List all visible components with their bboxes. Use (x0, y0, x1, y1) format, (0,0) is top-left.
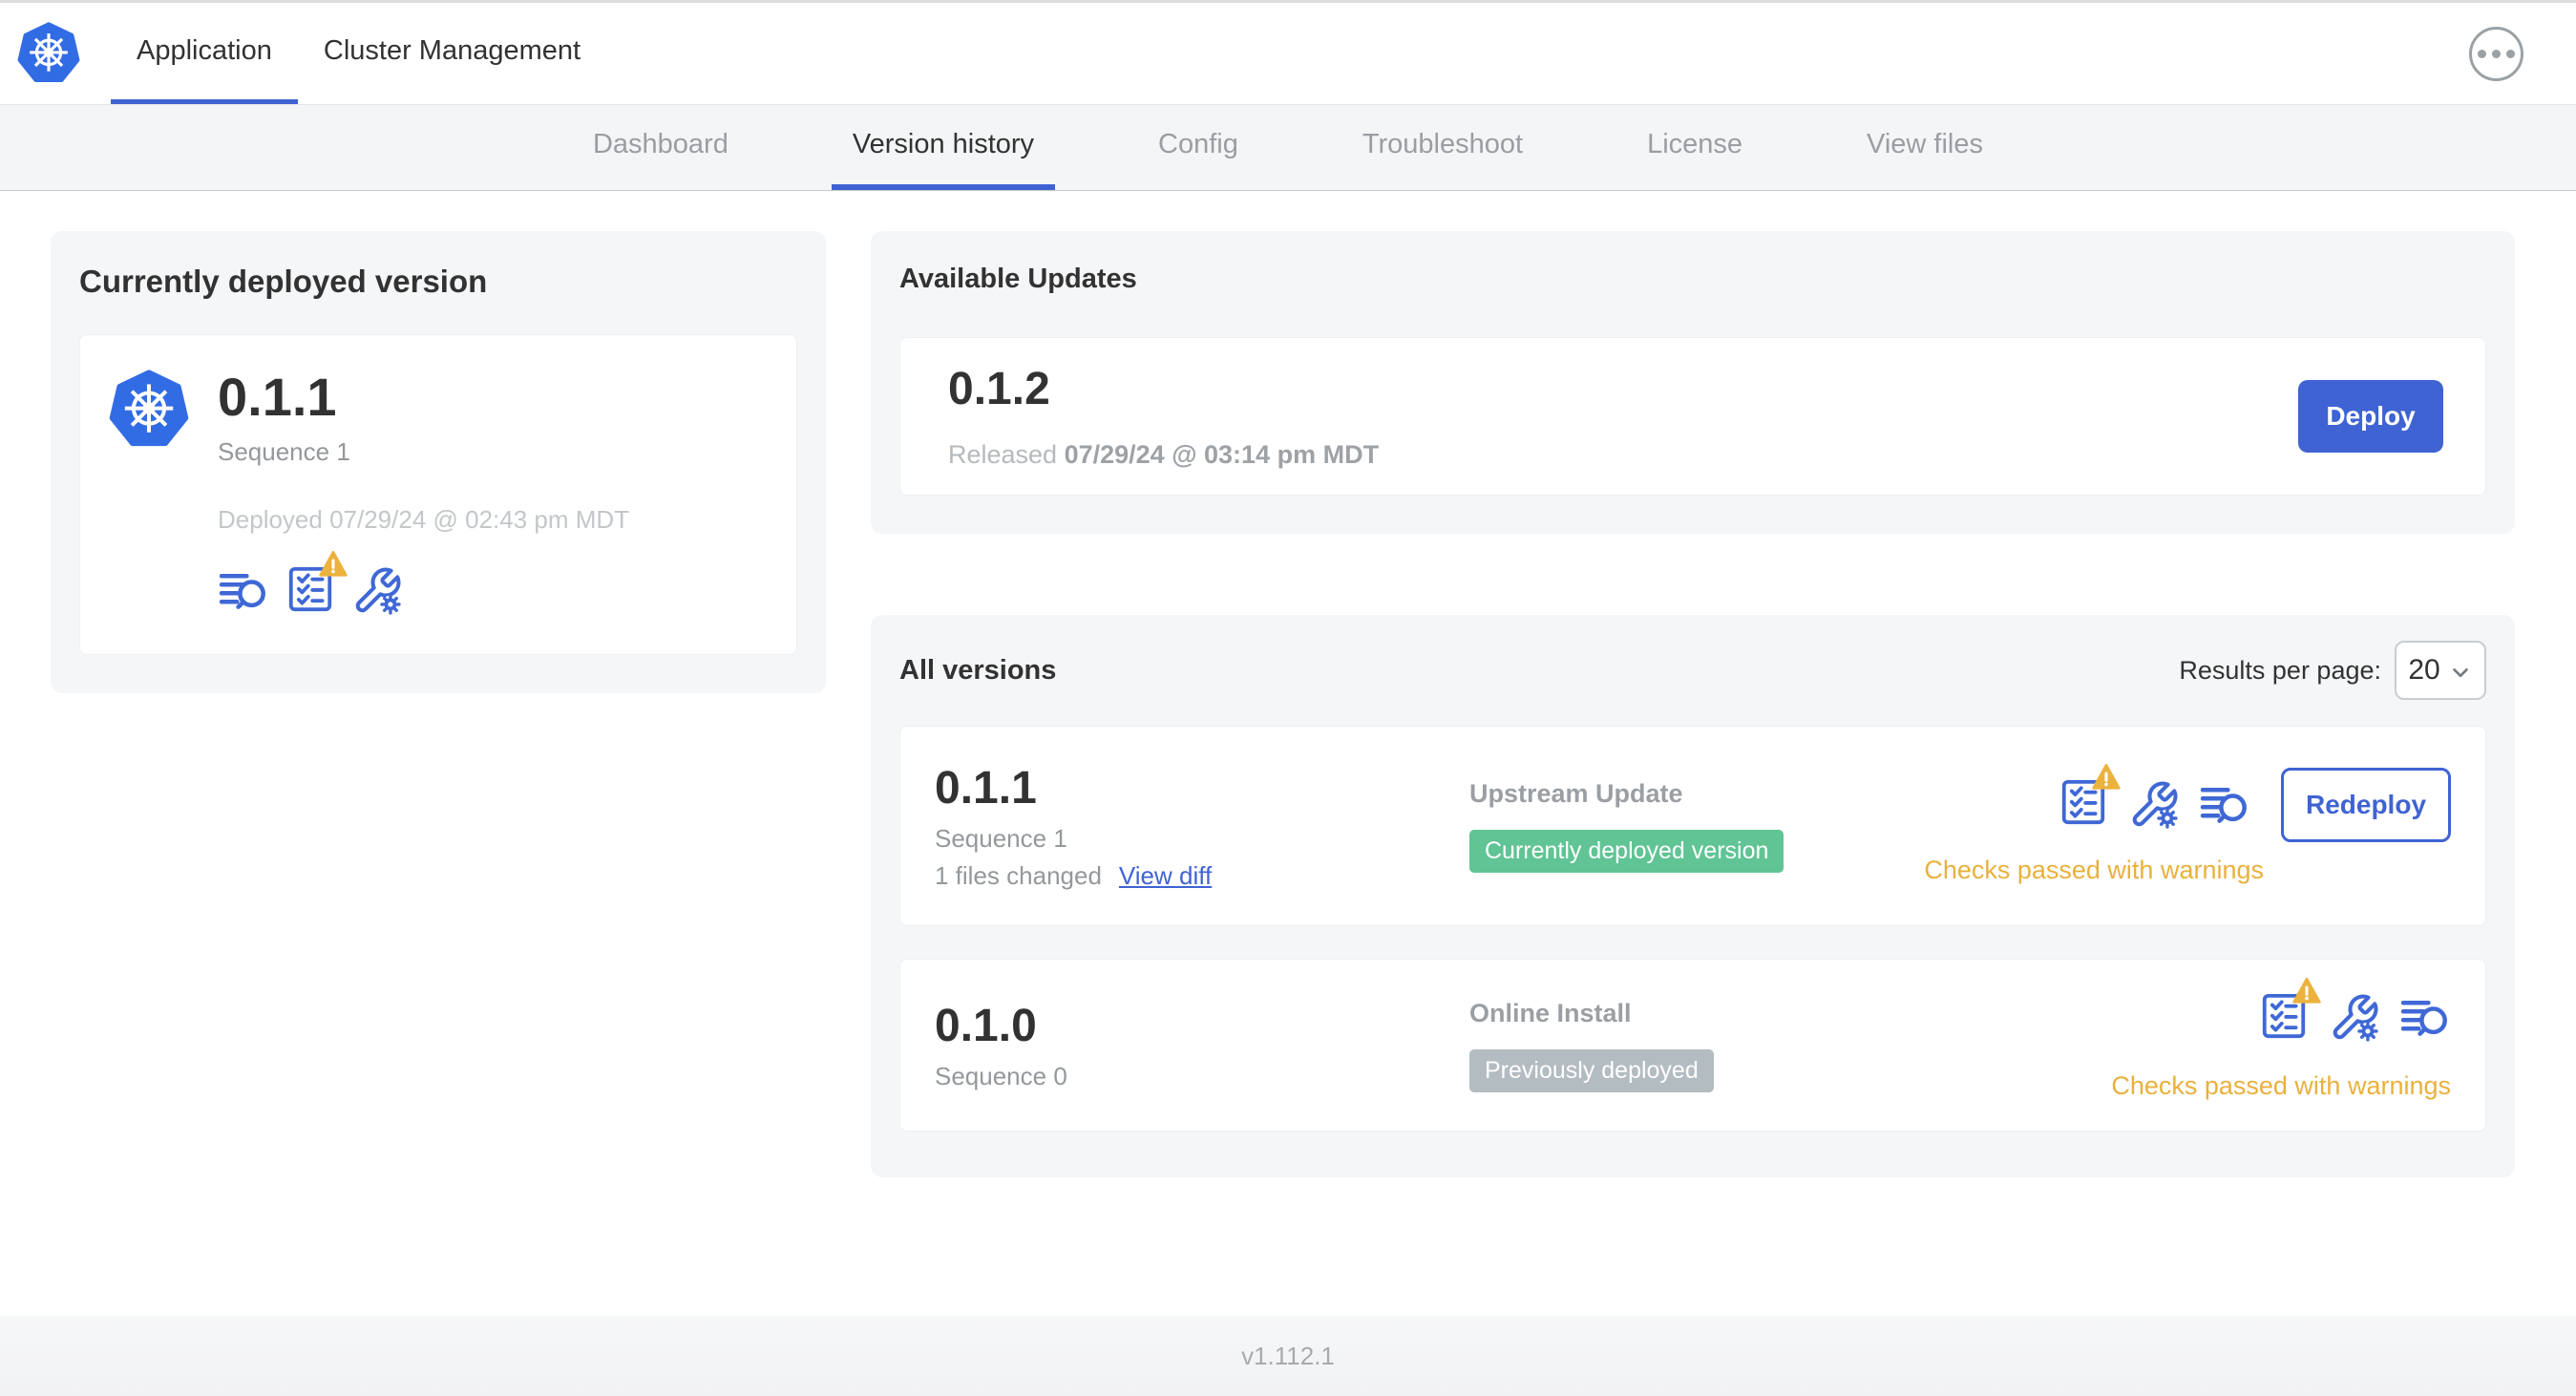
kubernetes-logo (109, 370, 189, 450)
version-source-label: Upstream Update (1469, 779, 1683, 808)
deployed-version-actions (218, 563, 629, 620)
chevron-down-icon (2448, 660, 2473, 685)
console-version: v1.112.1 (1241, 1341, 1335, 1370)
tab-cluster-management[interactable]: Cluster Management (298, 3, 606, 104)
row-sequence: Sequence 0 (935, 1061, 1067, 1090)
checks-status-link[interactable]: Checks passed with warnings (1924, 856, 2264, 885)
deployed-timestamp: Deployed 07/29/24 @ 02:43 pm MDT (218, 504, 630, 534)
tab-dashboard[interactable]: Dashboard (572, 105, 750, 190)
tab-application[interactable]: Application (111, 3, 298, 104)
preflight-checks-button[interactable] (285, 563, 336, 620)
tab-version-history[interactable]: Version history (831, 105, 1056, 190)
config-icon[interactable] (2128, 779, 2180, 831)
tab-license[interactable]: License (1626, 105, 1763, 190)
app-footer: v1.112.1 (0, 1316, 2576, 1396)
diff-icon[interactable] (218, 565, 269, 617)
deploy-button[interactable]: Deploy (2298, 380, 2443, 453)
row-version-number: 0.1.0 (935, 1000, 1037, 1051)
warning-icon (318, 549, 348, 580)
all-versions-title: All versions (899, 654, 1057, 686)
ellipsis-menu-button[interactable] (2469, 27, 2523, 81)
results-per-page-select[interactable]: 20 (2395, 641, 2486, 700)
config-icon[interactable] (351, 565, 403, 617)
released-date: 07/29/24 @ 03:14 pm MDT (1064, 440, 1380, 469)
deployed-version-number: 0.1.1 (218, 367, 337, 427)
config-icon[interactable] (2329, 992, 2380, 1044)
ellipsis-icon (2492, 50, 2501, 58)
app-subnav: Dashboard Version history Config Trouble… (0, 105, 2576, 191)
warning-icon (2291, 976, 2322, 1006)
warning-icon (2091, 762, 2122, 793)
all-versions-card: All versions Results per page: 20 0.1.1 … (871, 615, 2515, 1177)
view-diff-link[interactable]: View diff (1119, 861, 1212, 891)
row-version-number: 0.1.1 (935, 762, 1037, 814)
redeploy-button[interactable]: Redeploy (2281, 767, 2451, 842)
preflight-checks-button[interactable] (2258, 990, 2310, 1047)
row-sequence: Sequence 1 (935, 823, 1067, 853)
status-badge: Currently deployed version (1469, 830, 1784, 873)
tab-config[interactable]: Config (1137, 105, 1259, 190)
results-per-page-label: Results per page: (2179, 655, 2381, 685)
released-label: Released (948, 440, 1058, 469)
results-per-page-value: 20 (2408, 654, 2440, 686)
version-row: 0.1.0 Sequence 0 Online Install Previous… (899, 959, 2486, 1132)
deployed-version-tile: 0.1.1 Sequence 1 Deployed 07/29/24 @ 02:… (79, 334, 797, 655)
update-released-timestamp: Released 07/29/24 @ 03:14 pm MDT (948, 440, 1379, 470)
main-content: Currently deployed version 0.1.1 Sequenc… (0, 191, 2576, 1316)
available-updates-card: Available Updates 0.1.2 Released 07/29/2… (871, 231, 2515, 534)
update-row: 0.1.2 Released 07/29/24 @ 03:14 pm MDT D… (899, 337, 2486, 496)
available-updates-title: Available Updates (899, 264, 1137, 294)
version-row: 0.1.1 Sequence 1 1 files changed View di… (899, 726, 2486, 926)
right-column: Available Updates 0.1.2 Released 07/29/2… (871, 231, 2515, 1177)
status-badge: Previously deployed (1469, 1048, 1714, 1092)
diff-icon[interactable] (2199, 779, 2250, 831)
tab-view-files[interactable]: View files (1846, 105, 2004, 190)
checks-status-link[interactable]: Checks passed with warnings (2111, 1071, 2451, 1101)
currently-deployed-title: Currently deployed version (79, 264, 488, 299)
ellipsis-icon (2478, 50, 2486, 58)
results-per-page: Results per page: 20 (2179, 641, 2486, 700)
ellipsis-icon (2506, 50, 2515, 58)
update-version-number: 0.1.2 (948, 364, 1050, 414)
kubernetes-logo (17, 22, 80, 85)
header-tabs: Application Cluster Management (111, 3, 606, 104)
app-header: Application Cluster Management (0, 3, 2576, 105)
all-versions-header: All versions Results per page: 20 (899, 640, 2486, 701)
preflight-checks-button[interactable] (2058, 776, 2109, 833)
tab-troubleshoot[interactable]: Troubleshoot (1341, 105, 1544, 190)
diff-icon[interactable] (2399, 992, 2451, 1044)
deployed-sequence: Sequence 1 (218, 436, 350, 466)
currently-deployed-card: Currently deployed version 0.1.1 Sequenc… (51, 231, 826, 693)
files-changed-label: 1 files changed (935, 860, 1102, 890)
version-source-label: Online Install (1469, 998, 1632, 1027)
